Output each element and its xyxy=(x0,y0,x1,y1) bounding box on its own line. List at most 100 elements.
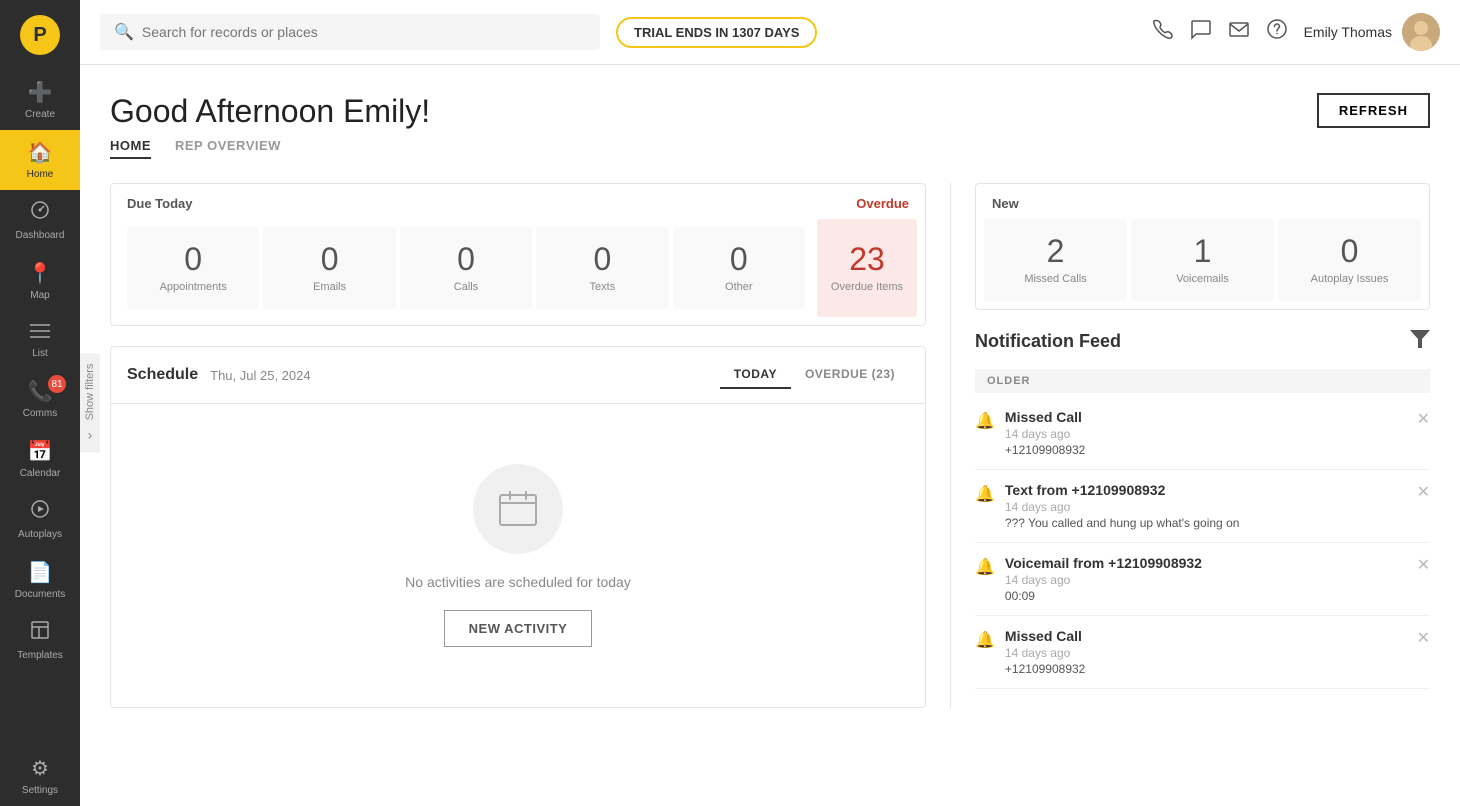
bell-icon-3: 🔔 xyxy=(975,557,995,577)
sidebar-item-map[interactable]: 📍 Map xyxy=(0,251,80,311)
tab-home[interactable]: HOME xyxy=(110,138,151,159)
map-icon: 📍 xyxy=(28,261,53,286)
sidebar-item-documents[interactable]: 📄 Documents xyxy=(0,550,80,610)
sidebar-item-templates[interactable]: Templates xyxy=(0,610,80,671)
overdue-title: Overdue xyxy=(856,196,909,211)
search-bar[interactable]: 🔍 xyxy=(100,14,600,50)
appointments-number: 0 xyxy=(184,243,202,275)
calls-label: Calls xyxy=(454,281,478,293)
sidebar-item-comms[interactable]: 81 📞 Comms xyxy=(0,369,80,429)
notif-title-1: Missed Call xyxy=(1005,409,1407,425)
schedule-tab-today[interactable]: TODAY xyxy=(720,361,791,389)
notif-content-2: Text from +12109908932 14 days ago ??? Y… xyxy=(1005,482,1407,530)
missed-calls-number: 2 xyxy=(1047,235,1065,267)
autoplay-issues-label: Autoplay Issues xyxy=(1311,273,1389,285)
sidebar-item-calendar[interactable]: 📅 Calendar xyxy=(0,429,80,489)
tab-rep-overview[interactable]: REP OVERVIEW xyxy=(175,138,281,159)
sidebar-label-templates: Templates xyxy=(17,650,63,661)
emails-number: 0 xyxy=(321,243,339,275)
stat-voicemails[interactable]: 1 Voicemails xyxy=(1131,219,1274,301)
schedule-tab-overdue[interactable]: OVERDUE (23) xyxy=(791,361,909,389)
notif-title-2: Text from +12109908932 xyxy=(1005,482,1407,498)
sidebar-item-list[interactable]: List xyxy=(0,311,80,369)
templates-icon xyxy=(30,620,50,646)
schedule-tabs: TODAY OVERDUE (23) xyxy=(720,361,909,389)
notification-feed-title: Notification Feed xyxy=(975,331,1121,352)
bell-icon-4: 🔔 xyxy=(975,630,995,650)
notification-item-1: 🔔 Missed Call 14 days ago +12109908932 ✕ xyxy=(975,397,1430,470)
filter-icon[interactable] xyxy=(1410,330,1430,353)
stat-overdue[interactable]: 23 Overdue Items xyxy=(817,219,917,317)
notif-title-4: Missed Call xyxy=(1005,628,1407,644)
refresh-button[interactable]: REFRESH xyxy=(1317,93,1430,128)
show-filters-label: Show filters xyxy=(84,364,96,421)
missed-calls-label: Missed Calls xyxy=(1024,273,1086,285)
notification-item-4: 🔔 Missed Call 14 days ago +12109908932 ✕ xyxy=(975,616,1430,689)
notif-detail-2: ??? You called and hung up what's going … xyxy=(1005,516,1407,530)
notif-content-4: Missed Call 14 days ago +12109908932 xyxy=(1005,628,1407,676)
due-today-header: Due Today Overdue xyxy=(111,184,925,211)
chat-icon[interactable] xyxy=(1190,18,1212,46)
content-grid: Due Today Overdue 0 Appointments 0 Email… xyxy=(110,183,1430,708)
stat-autoplay-issues[interactable]: 0 Autoplay Issues xyxy=(1278,219,1421,301)
texts-label: Texts xyxy=(590,281,616,293)
schedule-header: Schedule Thu, Jul 25, 2024 TODAY OVERDUE… xyxy=(111,347,925,404)
avatar xyxy=(1402,13,1440,51)
notif-close-2[interactable]: ✕ xyxy=(1417,482,1430,502)
stat-texts[interactable]: 0 Texts xyxy=(536,227,668,309)
search-input[interactable] xyxy=(142,24,586,40)
user-section[interactable]: Emily Thomas xyxy=(1304,13,1440,51)
help-icon[interactable] xyxy=(1266,18,1288,46)
texts-number: 0 xyxy=(593,243,611,275)
appointments-label: Appointments xyxy=(160,281,227,293)
sidebar-item-autoplays[interactable]: Autoplays xyxy=(0,489,80,550)
voicemails-number: 1 xyxy=(1194,235,1212,267)
sidebar-label-list: List xyxy=(32,348,48,359)
sidebar-label-create: Create xyxy=(25,109,55,120)
sidebar-item-create[interactable]: ➕ Create xyxy=(0,70,80,130)
sidebar-label-autoplays: Autoplays xyxy=(18,529,62,540)
phone-icon[interactable] xyxy=(1152,18,1174,46)
page-title: Good Afternoon Emily! xyxy=(110,93,430,130)
notif-content-1: Missed Call 14 days ago +12109908932 xyxy=(1005,409,1407,457)
schedule-title-group: Schedule Thu, Jul 25, 2024 xyxy=(127,366,311,384)
autoplays-icon xyxy=(30,499,50,525)
notification-item-2: 🔔 Text from +12109908932 14 days ago ???… xyxy=(975,470,1430,543)
other-number: 0 xyxy=(730,243,748,275)
stat-missed-calls[interactable]: 2 Missed Calls xyxy=(984,219,1127,301)
sidebar-item-dashboard[interactable]: Dashboard xyxy=(0,190,80,251)
sidebar: P ➕ Create 🏠 Home Dashboard 📍 Map xyxy=(0,0,80,806)
calls-number: 0 xyxy=(457,243,475,275)
sidebar-label-home: Home xyxy=(27,169,54,180)
new-section-header: New xyxy=(976,184,1429,211)
schedule-title: Schedule xyxy=(127,366,198,384)
overdue-number: 23 xyxy=(849,243,885,275)
stat-emails[interactable]: 0 Emails xyxy=(263,227,395,309)
new-activity-button[interactable]: NEW ACTIVITY xyxy=(444,610,593,647)
search-icon: 🔍 xyxy=(114,22,134,42)
sidebar-item-settings[interactable]: ⚙ Settings xyxy=(0,746,80,806)
stat-calls[interactable]: 0 Calls xyxy=(400,227,532,309)
page-content: Good Afternoon Emily! HOME REP OVERVIEW … xyxy=(80,65,1460,806)
mail-icon[interactable] xyxy=(1228,18,1250,46)
notif-close-1[interactable]: ✕ xyxy=(1417,409,1430,429)
notif-title-3: Voicemail from +12109908932 xyxy=(1005,555,1407,571)
notif-close-4[interactable]: ✕ xyxy=(1417,628,1430,648)
notif-close-3[interactable]: ✕ xyxy=(1417,555,1430,575)
left-panel: Due Today Overdue 0 Appointments 0 Email… xyxy=(110,183,950,708)
show-filters-panel[interactable]: Show filters › xyxy=(80,354,100,453)
sidebar-item-home[interactable]: 🏠 Home xyxy=(0,130,80,190)
emails-label: Emails xyxy=(313,281,346,293)
sidebar-label-calendar: Calendar xyxy=(20,468,61,479)
autoplay-issues-number: 0 xyxy=(1341,235,1359,267)
schedule-section: Schedule Thu, Jul 25, 2024 TODAY OVERDUE… xyxy=(110,346,926,708)
home-icon: 🏠 xyxy=(28,140,53,165)
bell-icon-2: 🔔 xyxy=(975,484,995,504)
dashboard-icon xyxy=(30,200,50,226)
notif-detail-1: +12109908932 xyxy=(1005,443,1407,457)
notification-item-3: 🔔 Voicemail from +12109908932 14 days ag… xyxy=(975,543,1430,616)
notif-content-3: Voicemail from +12109908932 14 days ago … xyxy=(1005,555,1407,603)
stat-appointments[interactable]: 0 Appointments xyxy=(127,227,259,309)
sidebar-label-settings: Settings xyxy=(22,785,58,796)
stat-other[interactable]: 0 Other xyxy=(673,227,805,309)
